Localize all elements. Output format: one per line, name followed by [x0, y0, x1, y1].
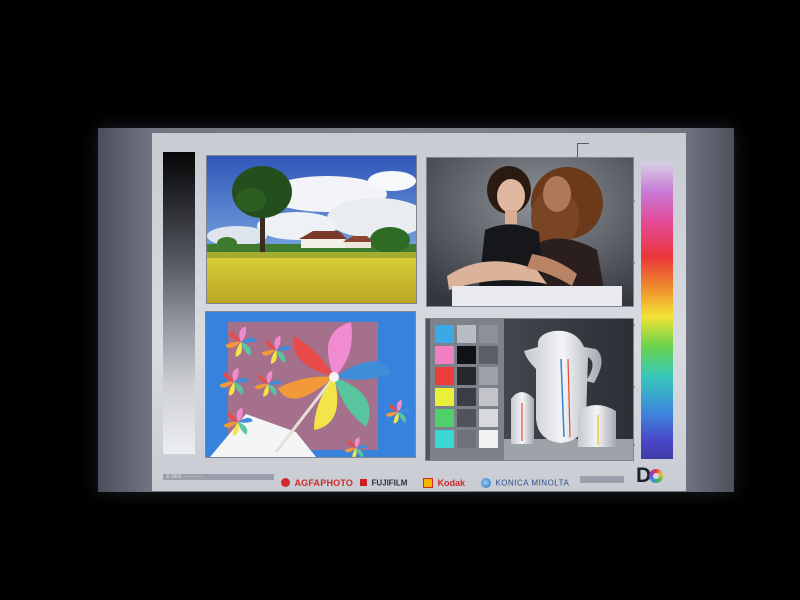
color-swatch	[457, 346, 476, 364]
agfa-logo-text: AGFAPHOTO	[294, 477, 354, 488]
color-swatch	[435, 367, 454, 385]
color-swatch	[457, 325, 476, 343]
dq-logo: D	[636, 464, 668, 488]
color-swatch	[479, 325, 498, 343]
grayscale-ramp	[163, 152, 195, 454]
brand-logo	[577, 143, 637, 158]
header-fine-print: · · · · · · · · · · · · · · · · · · · · …	[162, 131, 270, 135]
photo-color-chart	[425, 318, 634, 461]
photo-pinwheel	[205, 311, 416, 458]
tree-field-house-icon	[207, 156, 416, 303]
color-spectrum-bar	[641, 162, 673, 459]
color-ring-icon	[649, 469, 663, 483]
pinwheel-icon	[206, 312, 415, 457]
color-swatch	[457, 367, 476, 385]
brand-logo-frame-icon	[577, 143, 589, 158]
fujifilm-mark-icon	[360, 479, 367, 487]
photo-landscape	[206, 155, 417, 304]
fujifilm-logo: FUJIFILM	[360, 474, 408, 488]
color-swatch	[435, 409, 454, 427]
konica-mark-icon	[481, 477, 491, 488]
color-swatch	[479, 409, 498, 427]
color-swatch	[457, 430, 476, 448]
color-swatch	[479, 430, 498, 448]
agfa-logo: AGFAPHOTO	[281, 474, 354, 488]
two-women-portrait-icon	[427, 158, 633, 306]
color-swatch	[435, 430, 454, 448]
color-swatch	[457, 388, 476, 406]
color-swatch	[435, 346, 454, 364]
color-swatch	[435, 325, 454, 343]
color-swatch	[435, 388, 454, 406]
color-swatch	[479, 388, 498, 406]
agfa-mark-icon	[281, 478, 290, 488]
kodak-logo: Kodak	[423, 474, 465, 488]
kodak-logo-text: Kodak	[437, 477, 465, 488]
konica-minolta-logo: KONICA MINOLTA	[481, 474, 570, 488]
copyright-bar: © 2005 ················	[163, 474, 274, 480]
color-checker-icon	[426, 319, 633, 460]
photo-portrait	[426, 157, 634, 307]
color-swatch	[479, 367, 498, 385]
footer-link-button[interactable]	[580, 476, 624, 483]
konica-logo-text: KONICA MINOLTA	[495, 478, 570, 488]
color-swatch	[479, 346, 498, 364]
kodak-mark-icon	[423, 477, 433, 488]
fujifilm-logo-text: FUJIFILM	[371, 478, 408, 488]
color-swatch	[457, 409, 476, 427]
